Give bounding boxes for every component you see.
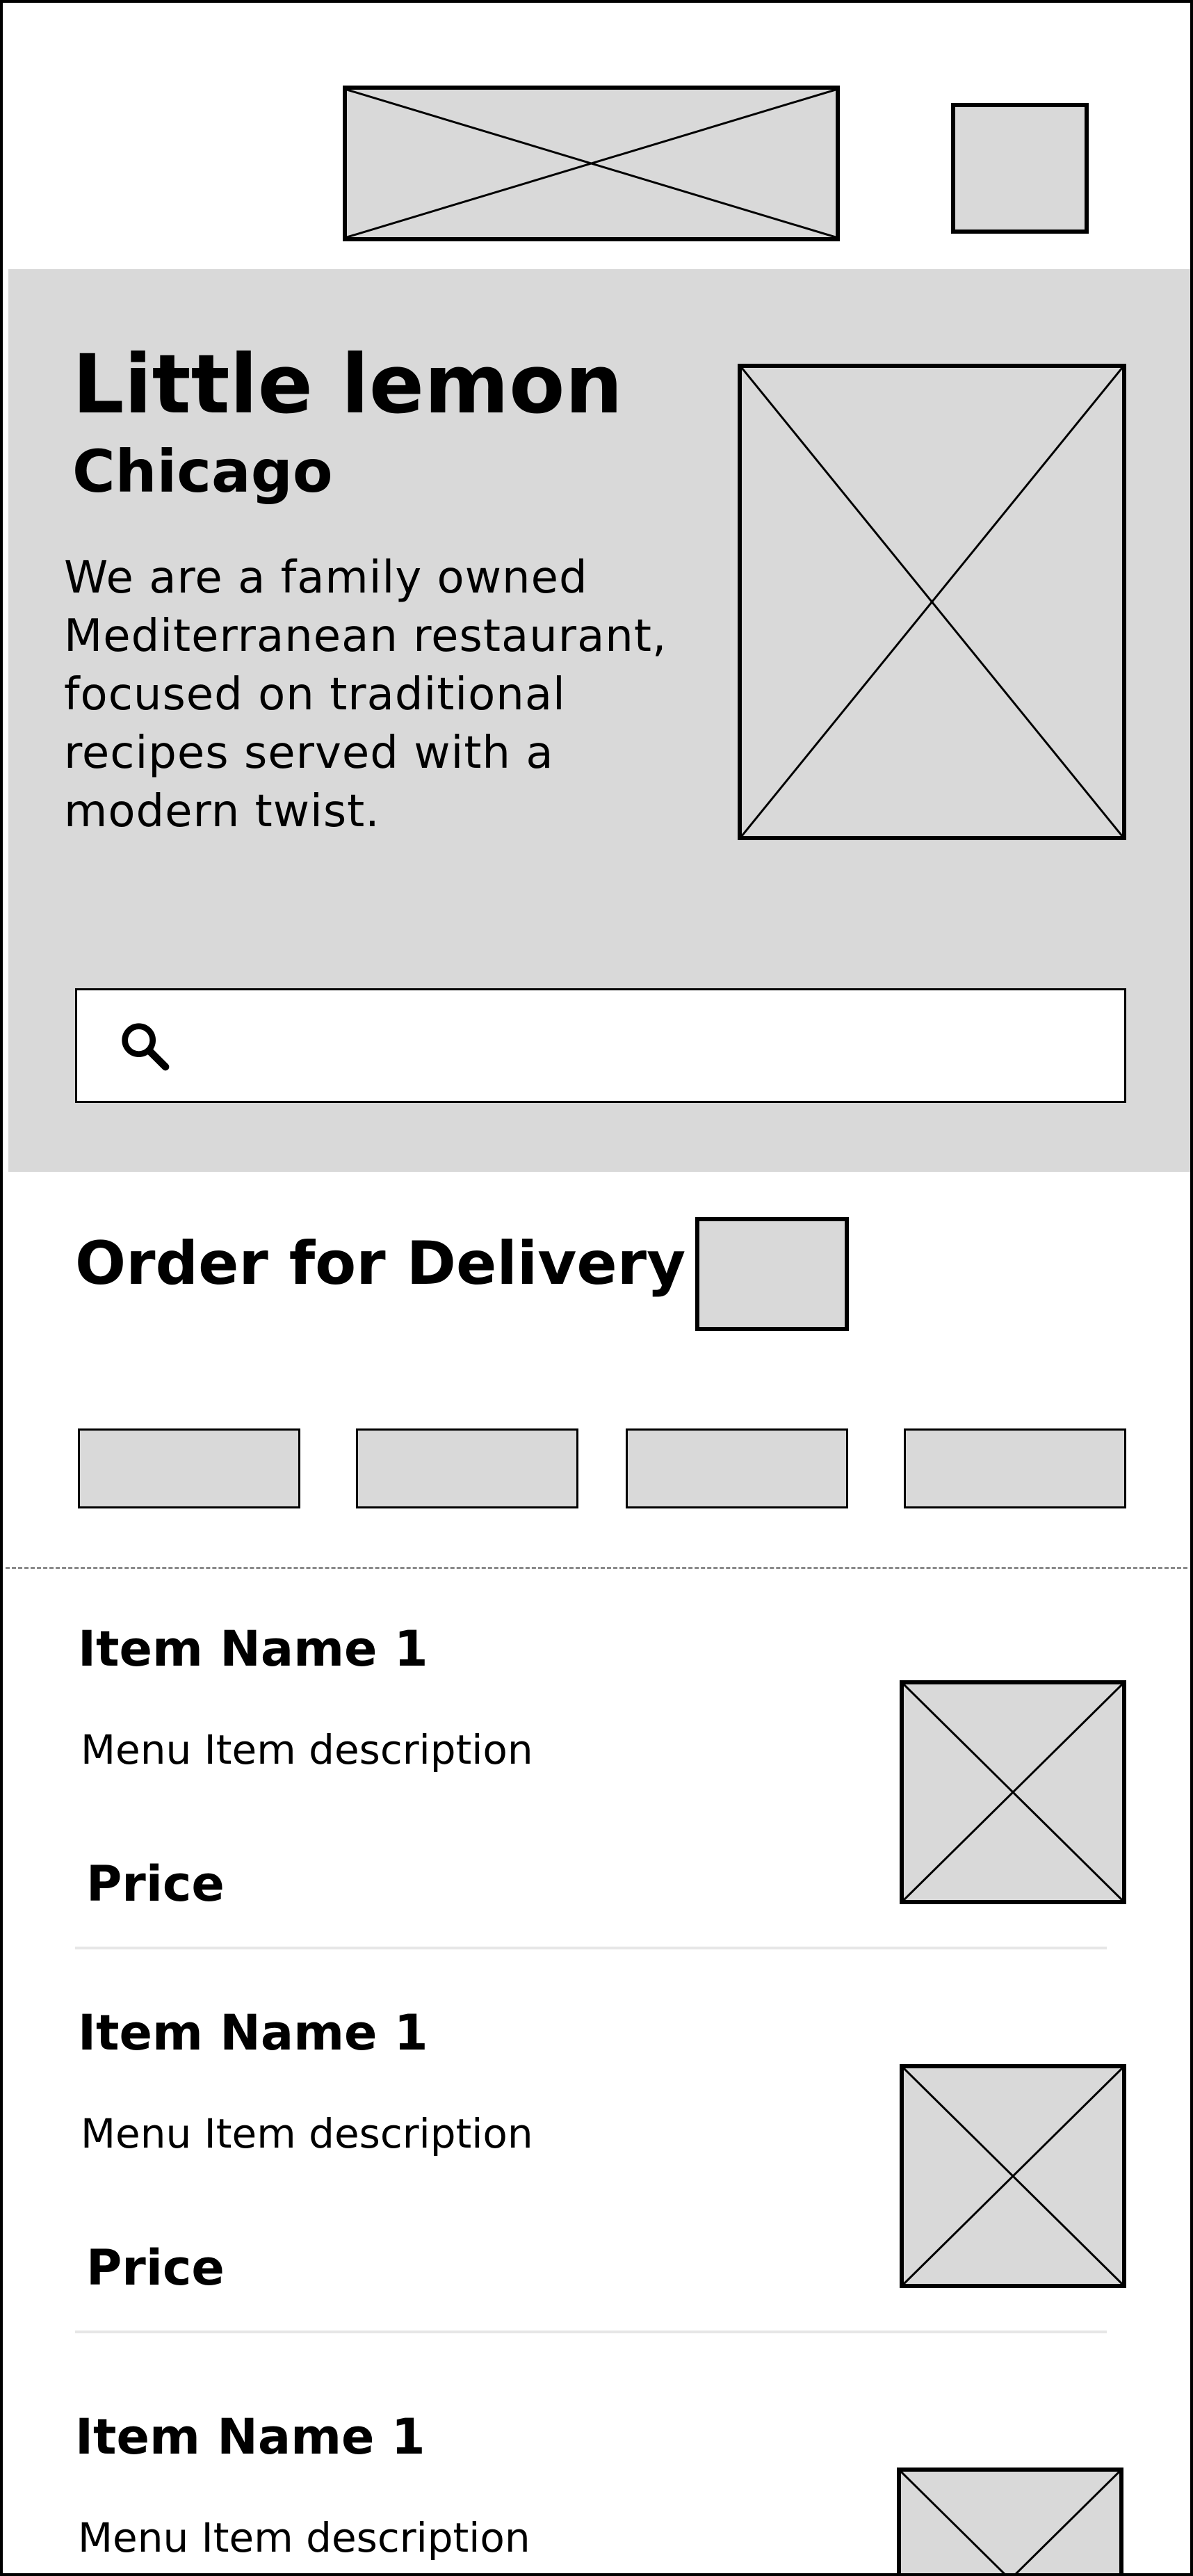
- search-bar[interactable]: [75, 988, 1126, 1103]
- delivery-section-title: Order for Delivery: [75, 1229, 686, 1298]
- menu-item-description: Menu Item description: [81, 1726, 533, 1773]
- restaurant-title: Little lemon: [72, 337, 623, 432]
- menu-item-description: Menu Item description: [78, 2514, 530, 2561]
- logo-image-placeholder[interactable]: [343, 86, 840, 241]
- restaurant-description: We are a family owned Mediterranean rest…: [64, 552, 667, 837]
- menu-item-image-placeholder[interactable]: [897, 2468, 1123, 2573]
- menu-item-divider: [75, 2331, 1107, 2333]
- category-button-2[interactable]: [356, 1428, 578, 1508]
- search-icon: [122, 1023, 170, 1071]
- category-button-4[interactable]: [904, 1428, 1126, 1508]
- menu-item-description: Menu Item description: [81, 2110, 533, 2157]
- menu-item-divider: [75, 1947, 1107, 1949]
- menu-item-name[interactable]: Item Name 1: [78, 2009, 428, 2057]
- category-button-1[interactable]: [78, 1428, 300, 1508]
- restaurant-location: Chicago: [72, 437, 333, 506]
- menu-item-price: Price: [86, 1855, 225, 1913]
- menu-item-image-placeholder[interactable]: [900, 1680, 1126, 1904]
- section-divider: [6, 1567, 1187, 1569]
- basket-button-placeholder[interactable]: [951, 103, 1089, 234]
- menu-item-price: Price: [86, 2239, 225, 2296]
- hero-image-placeholder: [738, 364, 1126, 840]
- category-button-3[interactable]: [626, 1428, 848, 1508]
- menu-item-name[interactable]: Item Name 1: [75, 2413, 425, 2461]
- menu-item-name[interactable]: Item Name 1: [78, 1625, 428, 1673]
- menu-item-image-placeholder[interactable]: [900, 2064, 1126, 2288]
- app-frame: Little lemon Chicago We are a family own…: [0, 0, 1193, 2576]
- delivery-icon-placeholder[interactable]: [695, 1217, 849, 1331]
- search-input[interactable]: [188, 1004, 1106, 1088]
